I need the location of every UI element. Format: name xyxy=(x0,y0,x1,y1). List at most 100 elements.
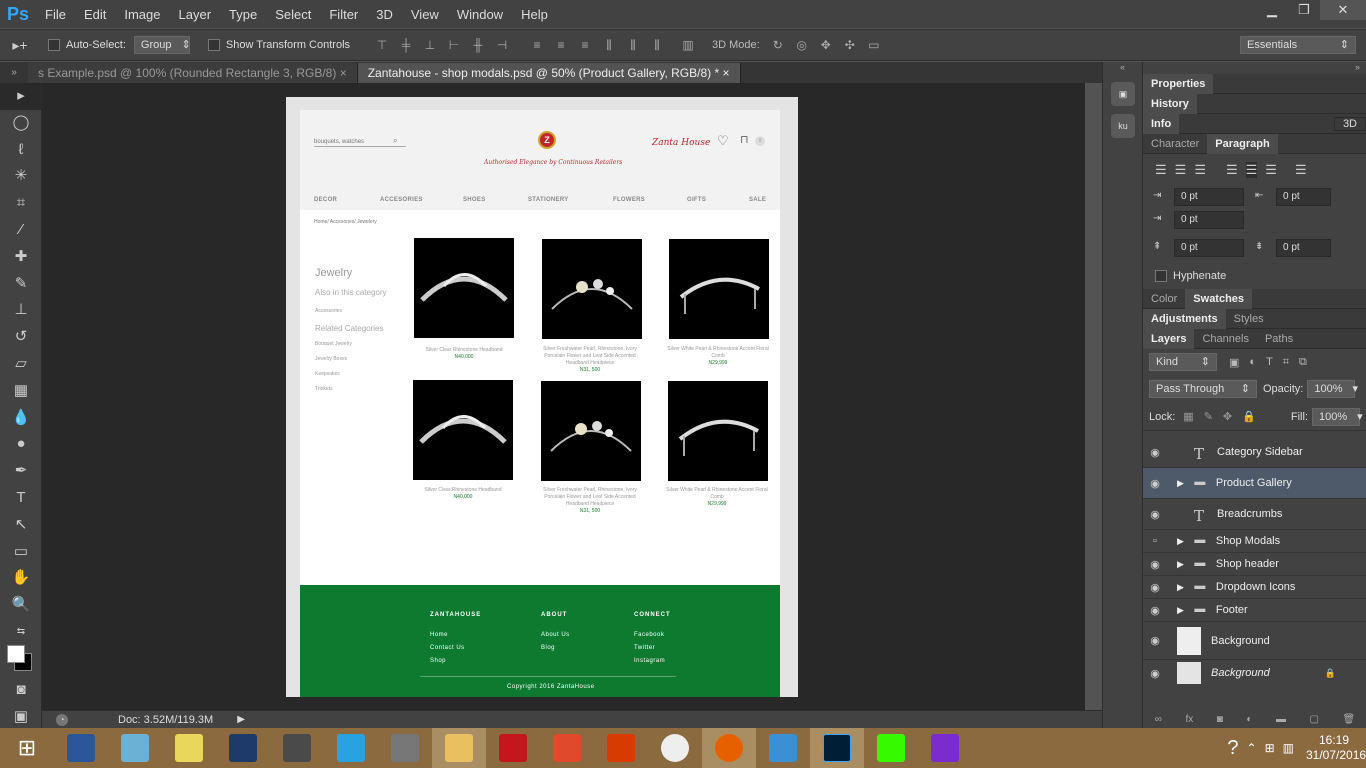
eyedropper-icon[interactable]: ⁄ xyxy=(0,217,42,244)
dodge-tool-icon[interactable]: ● xyxy=(0,431,42,458)
marquee-tool-icon[interactable]: ◯ xyxy=(0,110,42,137)
collapse-icon[interactable]: » xyxy=(1143,62,1366,74)
tab-info[interactable]: Info xyxy=(1143,113,1180,134)
visibility-eye-icon[interactable]: ◉ xyxy=(1143,558,1167,571)
visibility-eye-icon[interactable]: ◉ xyxy=(1143,634,1167,647)
hand-tool-icon[interactable]: ✋ xyxy=(0,565,42,592)
visibility-eye-icon[interactable]: ◉ xyxy=(1143,477,1167,490)
layer-footer[interactable]: ◉ ▶ ▬ Footer xyxy=(1143,599,1366,622)
menu-image[interactable]: Image xyxy=(115,7,169,22)
gradient-tool-icon[interactable]: ▦ xyxy=(0,378,42,405)
tab-properties[interactable]: Properties xyxy=(1143,73,1214,94)
info-panel-header[interactable]: Info 3D xyxy=(1143,113,1366,134)
justify-all-icon[interactable]: ☰ xyxy=(1295,162,1307,178)
distribute-hcenter-icon[interactable]: ⫼ xyxy=(624,38,642,52)
taskbar-dreamweaver[interactable] xyxy=(864,728,918,768)
lock-position-icon[interactable]: ✥ xyxy=(1223,410,1232,423)
3d-roll-icon[interactable]: ◎ xyxy=(793,38,811,52)
layer-background-group[interactable]: ◉ Background xyxy=(1143,622,1366,660)
layer-breadcrumbs[interactable]: ◉ T Breadcrumbs xyxy=(1143,499,1366,530)
justify-left-icon[interactable]: ☰ xyxy=(1226,162,1238,178)
align-right-icon[interactable]: ☰ xyxy=(1194,162,1206,178)
show-hidden-icons-icon[interactable]: ⌃ xyxy=(1247,741,1257,755)
lock-pixels-icon[interactable]: ✎ xyxy=(1204,410,1213,423)
expand-arrow-icon[interactable]: ▶ xyxy=(1177,559,1184,570)
lock-all-icon[interactable]: 🔒 xyxy=(1242,410,1256,423)
tab-example-psd[interactable]: s Example.psd @ 100% (Rounded Rectangle … xyxy=(28,63,358,83)
align-left-icon[interactable]: ☰ xyxy=(1155,162,1167,178)
blur-tool-icon[interactable]: 💧 xyxy=(0,405,42,432)
rectangle-tool-icon[interactable]: ▭ xyxy=(0,539,42,566)
visibility-eye-icon[interactable]: ◉ xyxy=(1143,581,1167,594)
align-top-icon[interactable]: ⊤ xyxy=(373,38,391,52)
foreground-color-swatch[interactable] xyxy=(7,644,25,663)
distribute-top-icon[interactable]: ≡ xyxy=(528,38,546,52)
align-hcenter-icon[interactable]: ╫ xyxy=(469,38,487,52)
close-icon[interactable]: × xyxy=(723,66,730,80)
taskbar-word[interactable] xyxy=(54,728,108,768)
taskbar-firefox[interactable] xyxy=(702,728,756,768)
minimize-icon[interactable]: ▁ xyxy=(1256,0,1288,20)
taskbar-file-explorer[interactable] xyxy=(432,728,486,768)
indent-first-line-field[interactable]: 0 pt xyxy=(1174,211,1244,229)
space-after-field[interactable]: 0 pt xyxy=(1276,239,1331,257)
expand-arrow-icon[interactable]: ▶ xyxy=(1177,605,1184,616)
history-brush-icon[interactable]: ↺ xyxy=(0,324,42,351)
taskbar-sublime[interactable] xyxy=(270,728,324,768)
workspace-dropdown[interactable]: Essentials ⇕ xyxy=(1240,36,1356,54)
restore-icon[interactable]: ❐ xyxy=(1288,0,1320,20)
tab-styles[interactable]: Styles xyxy=(1226,309,1272,329)
color-panel-header[interactable]: Color Swatches xyxy=(1143,288,1366,309)
visibility-eye-icon[interactable]: ◉ xyxy=(1143,667,1167,680)
taskbar-acrobat[interactable] xyxy=(486,728,540,768)
opacity-field[interactable]: 100% ▾ xyxy=(1307,380,1358,398)
type-tool-icon[interactable]: T xyxy=(0,485,42,512)
paragraph-panel-header[interactable]: Character Paragraph xyxy=(1143,133,1366,154)
visibility-eye-icon[interactable]: ◉ xyxy=(1143,604,1167,617)
kind-filter-dropdown[interactable]: Kind ⇕ xyxy=(1149,353,1217,371)
tab-3d[interactable]: 3D xyxy=(1333,116,1366,131)
tab-adjustments[interactable]: Adjustments xyxy=(1143,308,1226,329)
menu-type[interactable]: Type xyxy=(220,7,266,22)
visibility-hidden-icon[interactable]: ▫ xyxy=(1143,535,1167,547)
clone-stamp-icon[interactable]: ⊥ xyxy=(0,297,42,324)
color-swatches[interactable] xyxy=(0,641,41,677)
move-tool-icon[interactable]: ▸+ xyxy=(0,37,40,54)
quick-mask-icon[interactable]: ◙ xyxy=(0,677,42,704)
taskbar-sticky-notes[interactable] xyxy=(162,728,216,768)
align-left-icon[interactable]: ⊢ xyxy=(445,38,463,52)
3d-pan-icon[interactable]: ✥ xyxy=(817,38,835,52)
distribute-vcenter-icon[interactable]: ≡ xyxy=(552,38,570,52)
status-info-icon[interactable]: ◔ xyxy=(56,713,68,726)
tabs-overflow-icon[interactable]: » xyxy=(0,63,28,83)
fx-icon[interactable]: fx xyxy=(1185,714,1193,728)
visibility-eye-icon[interactable]: ◉ xyxy=(1143,508,1167,521)
3d-slide-icon[interactable]: ✣ xyxy=(841,38,859,52)
taskbar-app[interactable] xyxy=(540,728,594,768)
layer-shop-modals[interactable]: ▫ ▶ ▬ Shop Modals xyxy=(1143,530,1366,553)
3d-panel-icon[interactable]: ▣ xyxy=(1111,82,1135,106)
hyphenate-checkbox[interactable] xyxy=(1155,270,1167,282)
tab-zantahouse-psd[interactable]: Zantahouse - shop modals.psd @ 50% (Prod… xyxy=(357,63,741,83)
taskbar-itunes[interactable] xyxy=(648,728,702,768)
blend-mode-dropdown[interactable]: Pass Through ⇕ xyxy=(1149,380,1257,398)
ku-panel-icon[interactable]: ku xyxy=(1111,114,1135,138)
delete-layer-icon[interactable]: 🗑 xyxy=(1343,714,1356,728)
swap-colors-icon[interactable]: ⇆ xyxy=(0,619,42,641)
space-before-field[interactable]: 0 pt xyxy=(1174,239,1244,257)
magic-wand-icon[interactable]: ✳ xyxy=(0,163,42,190)
align-center-icon[interactable]: ☰ xyxy=(1175,162,1187,178)
align-vcenter-icon[interactable]: ╪ xyxy=(397,38,415,52)
tab-paragraph[interactable]: Paragraph xyxy=(1207,133,1278,154)
close-icon[interactable]: ✕ xyxy=(1320,0,1366,20)
eraser-tool-icon[interactable]: ▱ xyxy=(0,351,42,378)
status-menu-arrow-icon[interactable]: ▶ xyxy=(237,714,245,725)
filter-pixel-icon[interactable]: ▣ xyxy=(1229,356,1239,369)
menu-3d[interactable]: 3D xyxy=(367,7,402,22)
tab-layers[interactable]: Layers xyxy=(1143,328,1195,349)
crop-tool-icon[interactable]: ⌗ xyxy=(0,190,42,217)
distribute-bottom-icon[interactable]: ≡ xyxy=(576,38,594,52)
filter-shape-icon[interactable]: ⌗ xyxy=(1283,356,1289,369)
align-bottom-icon[interactable]: ⊥ xyxy=(421,38,439,52)
3d-scale-icon[interactable]: ▭ xyxy=(865,38,883,52)
